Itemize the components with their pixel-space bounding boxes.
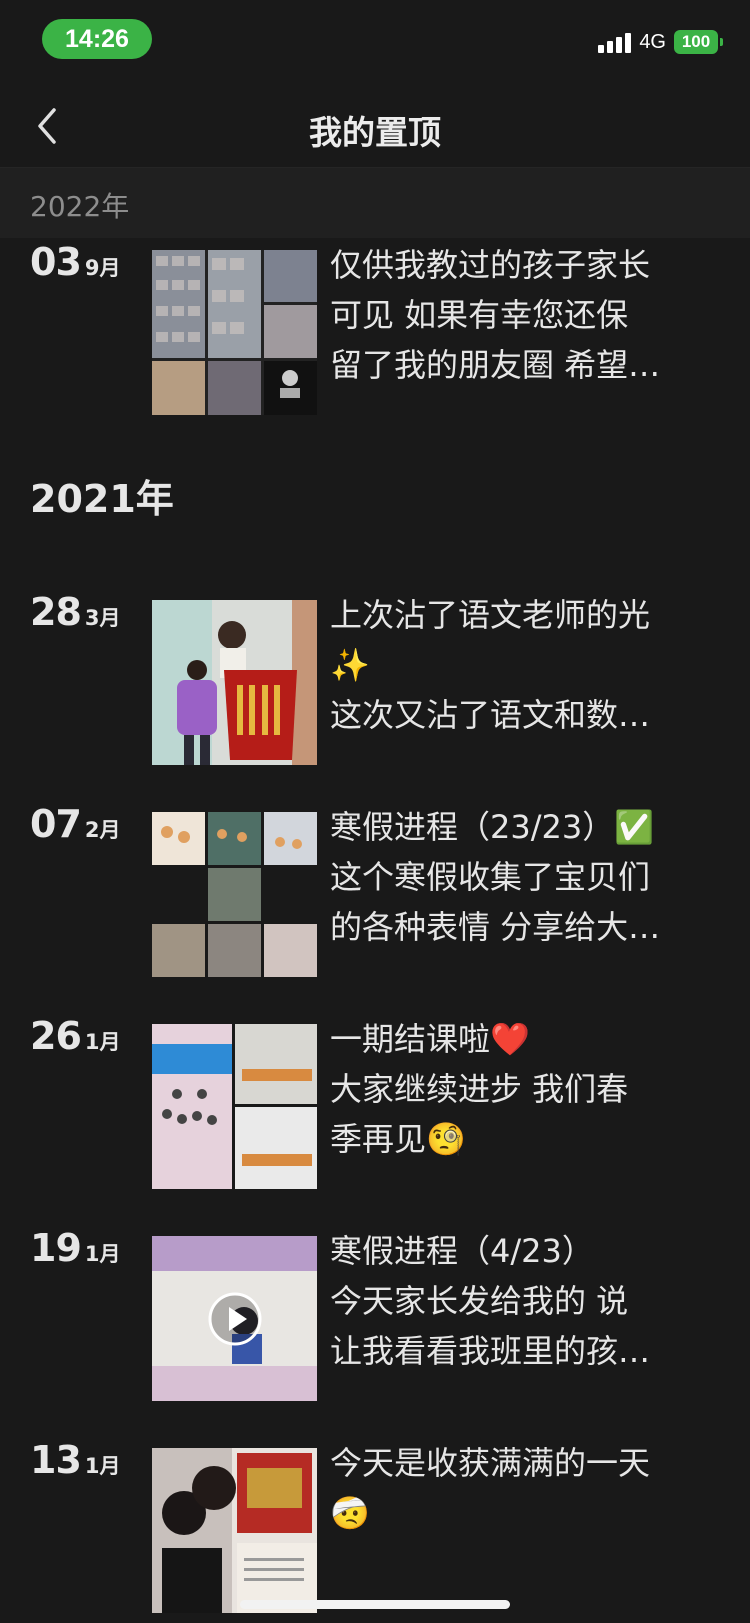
entry-text-line: 留了我的朋友圈 希望…	[330, 346, 661, 384]
entry-month: 3月	[84, 606, 121, 630]
status-time: 14:26	[42, 19, 152, 59]
entry-text-line: 今天家长发给我的 说	[330, 1282, 629, 1320]
entry-month: 9月	[84, 256, 121, 280]
entry-day: 26	[30, 1014, 82, 1058]
entry-day: 28	[30, 590, 82, 634]
battery-icon: 100	[674, 30, 723, 54]
entry-date: 13 1月	[30, 1438, 121, 1482]
entry-text-line: 大家继续进步 我们春	[330, 1070, 629, 1108]
list-item[interactable]: 19 1月 寒假进程（4/23） 今天家长发给我的 说 让我看看我班里的孩…	[0, 1226, 750, 1401]
entry-text-line: 一期结课啦❤️	[330, 1020, 530, 1058]
entry-text-line: 寒假进程（23/23）✅	[330, 808, 655, 846]
entry-text: 寒假进程（4/23） 今天家长发给我的 说 让我看看我班里的孩…	[330, 1226, 710, 1376]
entry-date: 26 1月	[30, 1014, 121, 1058]
entry-text-line: 让我看看我班里的孩…	[330, 1332, 651, 1370]
list-item[interactable]: 07 2月 寒假进程（23/23）✅ 这个寒假收集了宝贝们 的各种表情 分享给大…	[0, 802, 750, 977]
entry-text-line: 今天是收获满满的一天	[330, 1444, 651, 1482]
entry-text-line: 的各种表情 分享给大…	[330, 908, 661, 946]
pinned-list: 03 9月 仅供我教过的孩子家长 可见 如果有幸您还保 留了我的朋友圈 希望… …	[0, 238, 750, 1623]
banner-photo-image	[152, 600, 317, 765]
entry-text-line: 季再见🧐	[330, 1120, 466, 1158]
play-icon[interactable]	[207, 1291, 263, 1347]
entry-day: 13	[30, 1438, 82, 1482]
entry-text-line: 可见 如果有幸您还保	[330, 296, 629, 334]
entry-text-line: 这次又沾了语文和数…	[330, 696, 651, 734]
entry-thumbnail[interactable]	[152, 812, 317, 977]
photo-grid-image	[152, 812, 317, 977]
list-item[interactable]: 26 1月 一期结课啦❤️ 大家继续进步 我们春 季再见🧐	[0, 1014, 750, 1189]
entry-text-line: 寒假进程（4/23）	[330, 1232, 594, 1270]
home-indicator[interactable]	[240, 1600, 510, 1609]
class-photo-image	[152, 1024, 317, 1189]
nav-bar: 我的置顶	[0, 84, 750, 168]
certificate-photo-image	[152, 1448, 317, 1613]
entry-day: 07	[30, 802, 82, 846]
entry-text-line: 🤕	[330, 1494, 370, 1532]
entry-date: 07 2月	[30, 802, 121, 846]
status-right: 4G 100	[598, 30, 723, 54]
entry-thumbnail[interactable]	[152, 600, 317, 765]
entry-text: 上次沾了语文老师的光 ✨ 这次又沾了语文和数…	[330, 590, 710, 740]
list-item[interactable]: 03 9月 仅供我教过的孩子家长 可见 如果有幸您还保 留了我的朋友圈 希望…	[0, 240, 750, 415]
page-title: 我的置顶	[309, 113, 441, 152]
entry-text-line: 这个寒假收集了宝贝们	[330, 858, 651, 896]
list-item[interactable]: 13 1月 今天是收获满满的一天 🤕	[0, 1438, 750, 1613]
network-label: 4G	[639, 30, 666, 53]
entry-date: 03 9月	[30, 240, 121, 284]
entry-text: 仅供我教过的孩子家长 可见 如果有幸您还保 留了我的朋友圈 希望…	[330, 240, 710, 390]
status-bar: 14:26 4G 100	[0, 0, 750, 84]
photo-collage-image	[152, 250, 317, 415]
entry-month: 1月	[84, 1242, 121, 1266]
entry-text-line: 仅供我教过的孩子家长	[330, 246, 651, 284]
entry-text: 今天是收获满满的一天 🤕	[330, 1438, 710, 1538]
sticky-year-label: 2022年	[30, 190, 130, 223]
entry-text: 一期结课啦❤️ 大家继续进步 我们春 季再见🧐	[330, 1014, 710, 1164]
entry-thumbnail[interactable]	[152, 250, 317, 415]
list-item[interactable]: 28 3月 上次沾了语文老师的光 ✨ 这次又沾了语文和数…	[0, 590, 750, 765]
entry-text-line: ✨	[330, 646, 370, 684]
sticky-year-header: 2022年	[0, 168, 750, 238]
signal-icon	[598, 31, 632, 53]
entry-day: 19	[30, 1226, 82, 1270]
entry-month: 2月	[84, 818, 121, 842]
entry-text: 寒假进程（23/23）✅ 这个寒假收集了宝贝们 的各种表情 分享给大…	[330, 802, 710, 952]
entry-day: 03	[30, 240, 82, 284]
entry-text-line: 上次沾了语文老师的光	[330, 596, 651, 634]
year-heading: 2021年	[30, 477, 174, 521]
entry-video-thumbnail[interactable]	[152, 1236, 317, 1401]
entry-thumbnail[interactable]	[152, 1024, 317, 1189]
entry-date: 28 3月	[30, 590, 121, 634]
entry-date: 19 1月	[30, 1226, 121, 1270]
entry-thumbnail[interactable]	[152, 1448, 317, 1613]
entry-month: 1月	[84, 1454, 121, 1478]
entry-month: 1月	[84, 1030, 121, 1054]
